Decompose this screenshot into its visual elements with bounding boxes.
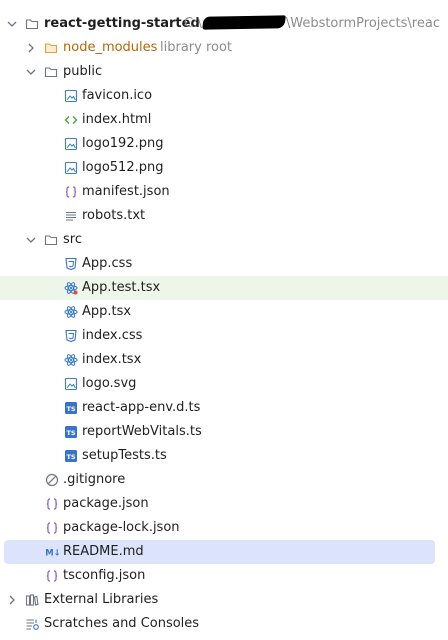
tree-row-file[interactable]: index.css xyxy=(0,324,448,348)
library-icon xyxy=(25,593,39,607)
scratches-icon xyxy=(25,617,39,631)
tree-row-file[interactable]: index.tsx xyxy=(0,348,448,372)
tree-row-file[interactable]: .gitignore xyxy=(0,468,448,492)
folder-label: src xyxy=(63,232,82,247)
tree-row-project-root[interactable]: react-getting-started C:\ \WebstormProjec… xyxy=(0,12,448,36)
json-file-icon xyxy=(45,521,59,535)
file-label: index.html xyxy=(82,112,152,127)
tree-row-file[interactable]: App.tsx xyxy=(0,300,448,324)
json-file-icon xyxy=(64,185,78,199)
folder-icon xyxy=(25,17,39,31)
file-label: App.test.tsx xyxy=(82,280,161,295)
tree-row-file[interactable]: index.html xyxy=(0,108,448,132)
svg-text:M↓: M↓ xyxy=(45,549,61,559)
tree-row-file[interactable]: robots.txt xyxy=(0,204,448,228)
ignore-file-icon xyxy=(45,473,59,487)
chevron-right-icon[interactable] xyxy=(25,42,37,54)
tree-row-file[interactable]: logo512.png xyxy=(0,156,448,180)
folder-icon xyxy=(44,41,58,55)
tree-row-file[interactable]: package.json xyxy=(0,492,448,516)
file-label: logo.svg xyxy=(82,376,137,391)
file-label: package.json xyxy=(63,496,149,511)
file-label: README.md xyxy=(63,544,144,559)
folder-icon xyxy=(44,65,58,79)
project-path: C:\ \WebstormProjects\reac xyxy=(184,15,440,31)
external-libraries-label: External Libraries xyxy=(44,592,159,607)
file-label: App.css xyxy=(82,256,133,271)
tree-row-src[interactable]: src xyxy=(0,228,448,252)
svg-text:TS: TS xyxy=(66,453,75,461)
file-label: reportWebVitals.ts xyxy=(82,424,202,439)
markdown-file-icon: M↓ xyxy=(43,545,63,559)
image-file-icon xyxy=(64,377,78,391)
chevron-down-icon[interactable] xyxy=(6,18,18,30)
image-file-icon xyxy=(64,137,78,151)
tree-row-file[interactable]: TS reportWebVitals.ts xyxy=(0,420,448,444)
text-file-icon xyxy=(64,209,78,223)
typescript-file-icon: TS xyxy=(64,425,78,439)
tree-row-file[interactable]: App.css xyxy=(0,252,448,276)
tree-row-file-test[interactable]: App.test.tsx xyxy=(0,276,448,300)
file-label: package-lock.json xyxy=(63,520,180,535)
chevron-down-icon[interactable] xyxy=(25,234,37,246)
scratches-label: Scratches and Consoles xyxy=(44,616,200,631)
chevron-down-icon[interactable] xyxy=(25,66,37,78)
tree-row-file[interactable]: logo.svg xyxy=(0,372,448,396)
node-modules-label: node_modules xyxy=(63,40,158,55)
svg-text:TS: TS xyxy=(66,405,75,413)
file-label: index.css xyxy=(82,328,143,343)
tree-row-file[interactable]: TS setupTests.ts xyxy=(0,444,448,468)
file-label: react-app-env.d.ts xyxy=(82,400,201,415)
file-label: index.tsx xyxy=(82,352,142,367)
tree-row-file[interactable]: tsconfig.json xyxy=(0,564,448,588)
html-file-icon xyxy=(64,113,78,127)
svg-text:TS: TS xyxy=(66,429,75,437)
chevron-right-icon[interactable] xyxy=(6,594,18,606)
css-file-icon xyxy=(64,329,78,343)
react-icon xyxy=(64,353,78,367)
css-file-icon xyxy=(64,257,78,271)
typescript-file-icon: TS xyxy=(64,401,78,415)
tree-row-public[interactable]: public xyxy=(0,60,448,84)
folder-label: public xyxy=(63,64,103,79)
file-label: .gitignore xyxy=(63,472,126,487)
tree-row-file[interactable]: TS react-app-env.d.ts xyxy=(0,396,448,420)
project-tree: react-getting-started C:\ \WebstormProjec… xyxy=(0,0,448,640)
image-file-icon xyxy=(64,89,78,103)
file-label: favicon.ico xyxy=(82,88,153,103)
react-test-icon xyxy=(64,281,78,295)
file-label: App.tsx xyxy=(82,304,132,319)
typescript-file-icon: TS xyxy=(64,449,78,463)
file-label: manifest.json xyxy=(82,184,170,199)
tree-row-file[interactable]: manifest.json xyxy=(0,180,448,204)
file-label: logo192.png xyxy=(82,136,164,151)
json-file-icon xyxy=(45,497,59,511)
react-icon xyxy=(64,305,78,319)
tree-row-file[interactable]: favicon.ico xyxy=(0,84,448,108)
file-label: logo512.png xyxy=(82,160,164,175)
tree-row-file[interactable]: logo192.png xyxy=(0,132,448,156)
redacted-path-segment xyxy=(201,15,286,30)
file-label: robots.txt xyxy=(82,208,146,223)
folder-icon xyxy=(44,233,58,247)
library-root-hint: library root xyxy=(160,40,233,55)
project-name: react-getting-started xyxy=(44,16,200,31)
image-file-icon xyxy=(64,161,78,175)
file-label: setupTests.ts xyxy=(82,448,167,463)
tree-row-scratches[interactable]: Scratches and Consoles xyxy=(0,612,448,636)
tree-row-file-selected[interactable]: M↓ README.md xyxy=(4,540,435,564)
tree-row-node-modules[interactable]: node_modules library root xyxy=(0,36,448,60)
tree-row-file[interactable]: package-lock.json xyxy=(0,516,448,540)
file-label: tsconfig.json xyxy=(63,568,146,583)
tree-row-external-libraries[interactable]: External Libraries xyxy=(0,588,448,612)
json-file-icon xyxy=(45,569,59,583)
